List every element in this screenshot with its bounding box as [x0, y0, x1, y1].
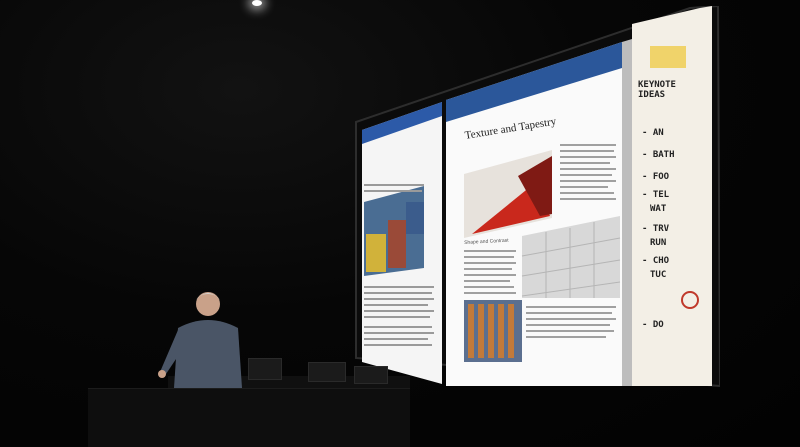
presenter — [156, 288, 246, 388]
laptop — [354, 366, 388, 384]
ipad-screen: Texture and Tapestry Shape and Contrast … — [350, 6, 720, 406]
laptop — [308, 362, 346, 382]
notes-line: - BATH — [642, 150, 675, 160]
notes-line: - CHO — [642, 256, 670, 266]
laptop — [248, 358, 282, 380]
podium — [88, 388, 410, 447]
notes-line: - TRV — [642, 224, 670, 234]
notes-line: - DO — [642, 320, 664, 330]
notes-line: WAT — [650, 204, 667, 214]
notes-line: KEYNOTE IDEAS — [638, 80, 676, 100]
notes-line: - TEL — [642, 190, 670, 200]
stage-spotlight — [252, 0, 262, 6]
notes-line: - FOO — [642, 172, 670, 182]
notes-line: RUN — [650, 238, 667, 248]
notes-line: TUC — [650, 270, 667, 280]
notes-line: - AN — [642, 128, 664, 138]
